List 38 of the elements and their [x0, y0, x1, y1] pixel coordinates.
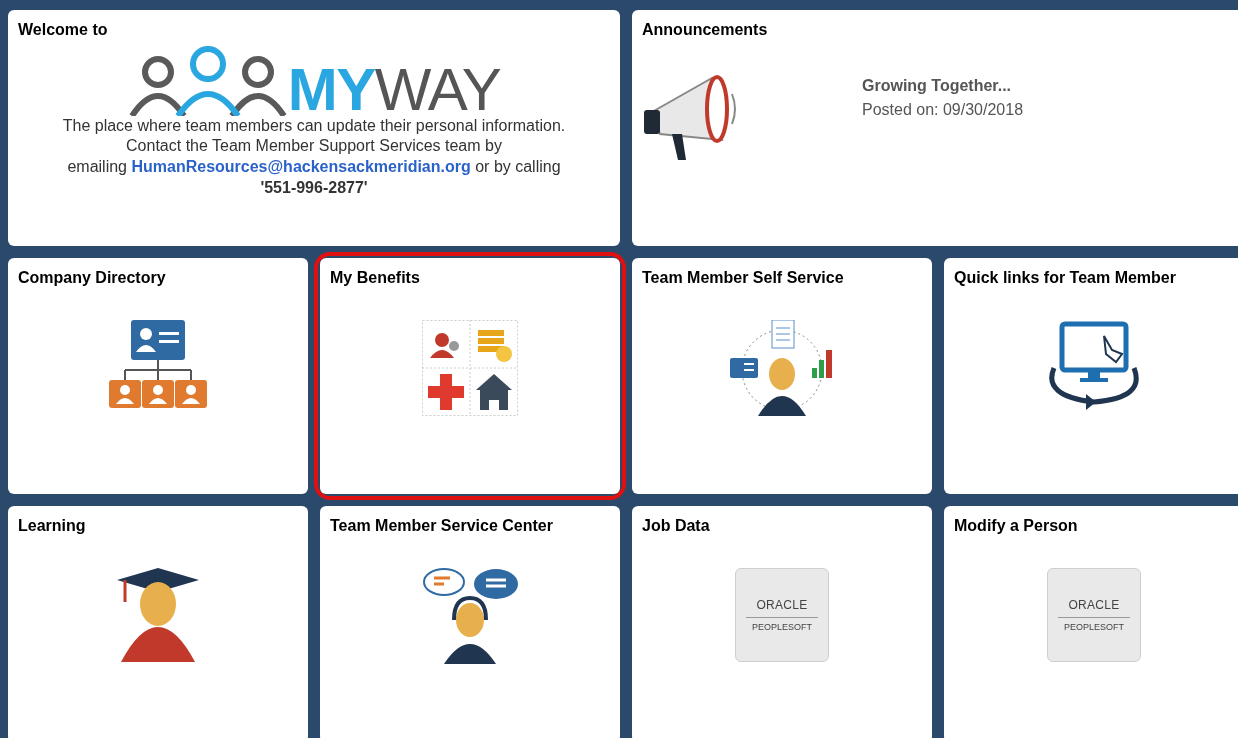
tile-title: Welcome to: [18, 20, 108, 40]
tile-title: Team Member Self Service: [642, 268, 844, 288]
welcome-tile[interactable]: [8, 10, 620, 246]
welcome-text: emailing HumanResources@hackensackmeridian.org or by calling: [67, 157, 561, 177]
announcements-tile[interactable]: Announcements Growing Together... Posted on: 09/30/2018: [632, 10, 1238, 246]
app-tile[interactable]: Company Directory: [8, 258, 308, 494]
app-tile[interactable]: Job Data ORACLE PEOPLESOFT: [632, 506, 932, 738]
app-tile[interactable]: Team Member Self Service: [632, 258, 932, 494]
announcement-date: Posted on: 09/30/2018: [862, 100, 1024, 120]
logo-bottom-text: PEOPLESOFT: [1064, 620, 1124, 634]
logo-bottom-text: PEOPLESOFT: [752, 620, 812, 634]
people-icon: [127, 46, 288, 116]
tile-title: Modify a Person: [954, 516, 1078, 536]
tile-title: Team Member Service Center: [330, 516, 553, 536]
tile-title: Company Directory: [18, 268, 166, 288]
logo-top-text: ORACLE: [756, 596, 808, 614]
logo-top-text: ORACLE: [1068, 596, 1120, 614]
tile-title: My Benefits: [330, 268, 420, 288]
tile-title: Announcements: [642, 20, 769, 40]
welcome-text: Contact the Team Member Support Services team by: [126, 136, 502, 156]
graduate-icon: [117, 568, 199, 662]
myway-logo: MYWAY: [287, 64, 501, 116]
monitor-pointer-icon: [1046, 320, 1142, 410]
person-with-documents-icon: [730, 320, 834, 416]
app-tile[interactable]: Modify a Person ORACLE PEOPLESOFT: [944, 506, 1238, 738]
tile-title: Quick links for Team Member: [954, 268, 1176, 288]
tile-title: Learning: [18, 516, 86, 536]
email-link[interactable]: HumanResources@hackensackmeridian.org: [131, 158, 471, 175]
benefits-grid-icon: [422, 320, 518, 416]
app-tile[interactable]: Quick links for Team Member: [944, 258, 1238, 494]
org-chart-icon: [109, 320, 207, 408]
announcement-headline[interactable]: Growing Together...: [862, 74, 1024, 98]
app-tile[interactable]: Learning: [8, 506, 308, 738]
app-tile[interactable]: Team Member Service Center: [320, 506, 620, 738]
tile-title: Job Data: [642, 516, 710, 536]
welcome-text: The place where team members can update their personal information.: [62, 116, 566, 136]
support-agent-icon: [420, 568, 520, 664]
phone-number: '551-996-2877': [260, 178, 368, 198]
